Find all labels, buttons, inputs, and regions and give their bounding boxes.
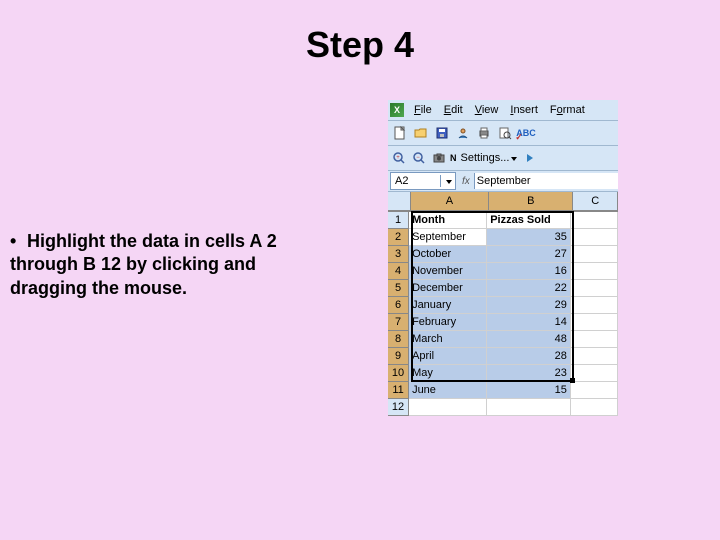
excel-window: X File Edit View Insert Format ABC✓ + [388,100,618,416]
settings-toolbar: + − N Settings... [388,146,618,171]
cell-b12[interactable] [487,399,571,416]
menu-file[interactable]: File [408,102,438,118]
row-header[interactable]: 9 [388,348,409,365]
cell-a10[interactable]: May [409,365,487,382]
cell-c1[interactable] [571,212,618,229]
row-header[interactable]: 11 [388,382,409,399]
cell-b4[interactable]: 16 [487,263,571,280]
row-header[interactable]: 3 [388,246,409,263]
svg-text:+: + [396,155,400,161]
print-icon[interactable] [474,123,494,143]
cell-a5[interactable]: December [409,280,487,297]
zoom-in-icon[interactable]: + [390,149,408,167]
cell-b1[interactable]: Pizzas Sold [487,212,571,229]
menu-view[interactable]: View [469,102,505,118]
cell-b5[interactable]: 22 [487,280,571,297]
open-folder-icon[interactable] [411,123,431,143]
instruction-text: • Highlight the data in cells A 2 throug… [10,230,300,300]
menu-edit[interactable]: Edit [438,102,469,118]
cell-b6[interactable]: 29 [487,297,571,314]
excel-app-icon: X [390,103,404,117]
row-header[interactable]: 5 [388,280,409,297]
cell[interactable] [571,314,618,331]
bullet-icon: • [10,230,22,253]
row-header[interactable]: 6 [388,297,409,314]
cell[interactable] [571,348,618,365]
cell[interactable] [571,280,618,297]
camera-icon[interactable] [430,149,448,167]
print-preview-icon[interactable] [495,123,515,143]
cell-a4[interactable]: November [409,263,487,280]
row-header[interactable]: 10 [388,365,409,382]
column-header-a[interactable]: A [411,192,489,211]
cell-b7[interactable]: 14 [487,314,571,331]
cell[interactable] [571,246,618,263]
menu-insert[interactable]: Insert [504,102,544,118]
cell-b10[interactable]: 23 [487,365,571,382]
n-label: N [450,153,457,163]
formula-bar-row: A2 fx September [388,171,618,192]
cell[interactable] [571,297,618,314]
formula-bar[interactable]: September [474,173,618,189]
svg-text:−: − [416,155,420,161]
name-box[interactable]: A2 [390,172,456,190]
new-doc-icon[interactable] [390,123,410,143]
column-header-c[interactable]: C [573,192,618,211]
instruction-body: Highlight the data in cells A 2 through … [10,231,277,298]
menu-bar: X File Edit View Insert Format [388,100,618,121]
save-icon[interactable] [432,123,452,143]
row-header[interactable]: 7 [388,314,409,331]
permission-icon[interactable] [453,123,473,143]
cell-b8[interactable]: 48 [487,331,571,348]
standard-toolbar: ABC✓ [388,121,618,146]
settings-label[interactable]: Settings... [459,152,520,164]
cell-a8[interactable]: March [409,331,487,348]
cell[interactable] [571,382,618,399]
name-box-chevron-down-icon[interactable] [440,175,455,187]
cell-a6[interactable]: January [409,297,487,314]
cell-b2[interactable]: 35 [487,229,571,246]
cell[interactable] [571,365,618,382]
row-header[interactable]: 12 [388,399,409,416]
cell-a3[interactable]: October [409,246,487,263]
cell-a12[interactable] [409,399,487,416]
column-header-b[interactable]: B [489,192,573,211]
row-header[interactable]: 4 [388,263,409,280]
cell-a1[interactable]: Month [409,212,487,229]
cell-b11[interactable]: 15 [487,382,571,399]
menu-format[interactable]: Format [544,102,591,118]
chevron-down-icon [511,157,517,161]
cell[interactable] [571,399,618,416]
spreadsheet-grid[interactable]: A B C 1 Month Pizzas Sold 2 September 35… [388,192,618,416]
cell[interactable] [571,229,618,246]
zoom-out-icon[interactable]: − [410,149,428,167]
row-header[interactable]: 2 [388,229,409,246]
fx-icon[interactable]: fx [458,176,474,187]
cell[interactable] [571,331,618,348]
cell-b3[interactable]: 27 [487,246,571,263]
spellcheck-icon[interactable]: ABC✓ [516,123,536,143]
play-icon[interactable] [521,149,539,167]
row-header[interactable]: 1 [388,212,409,229]
cell-b9[interactable]: 28 [487,348,571,365]
cell-a2[interactable]: September [409,229,487,246]
cell-a9[interactable]: April [409,348,487,365]
cell[interactable] [571,263,618,280]
row-header[interactable]: 8 [388,331,409,348]
page-title: Step 4 [0,0,720,66]
cell-a11[interactable]: June [409,382,487,399]
select-all-corner[interactable] [388,192,411,211]
cell-a7[interactable]: February [409,314,487,331]
